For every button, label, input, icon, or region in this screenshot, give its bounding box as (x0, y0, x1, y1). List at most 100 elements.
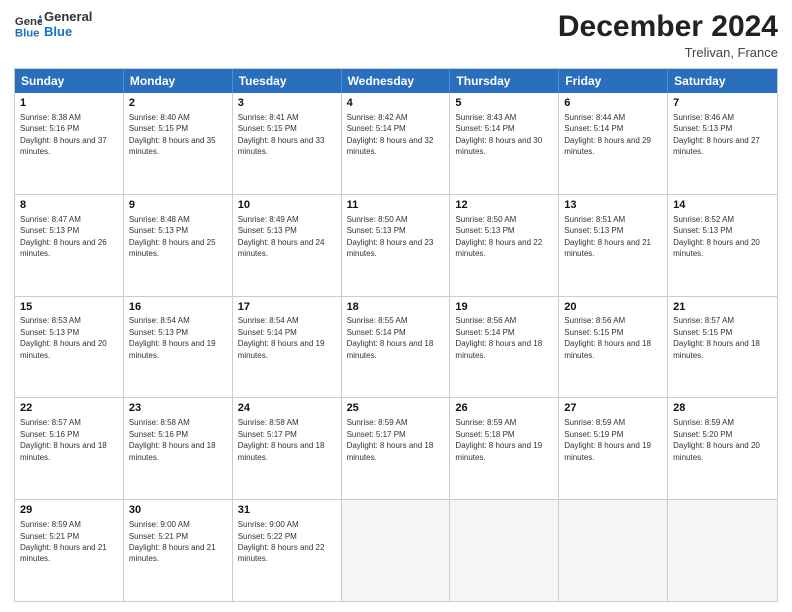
day-number: 30 (129, 503, 227, 518)
cell-text: Sunrise: 8:59 AMSunset: 5:19 PMDaylight:… (564, 418, 651, 461)
calendar-week-row: 8 Sunrise: 8:47 AMSunset: 5:13 PMDayligh… (15, 194, 777, 296)
cell-text: Sunrise: 8:51 AMSunset: 5:13 PMDaylight:… (564, 215, 651, 258)
day-number: 25 (347, 401, 445, 416)
day-number: 9 (129, 198, 227, 213)
day-of-week-header: Tuesday (233, 69, 342, 93)
cell-text: Sunrise: 8:54 AMSunset: 5:13 PMDaylight:… (129, 316, 216, 359)
table-row: 22 Sunrise: 8:57 AMSunset: 5:16 PMDaylig… (15, 398, 124, 499)
day-number: 5 (455, 96, 553, 111)
calendar-body: 1 Sunrise: 8:38 AMSunset: 5:16 PMDayligh… (15, 93, 777, 601)
cell-text: Sunrise: 8:56 AMSunset: 5:15 PMDaylight:… (564, 316, 651, 359)
day-number: 2 (129, 96, 227, 111)
day-number: 22 (20, 401, 118, 416)
day-number: 20 (564, 300, 662, 315)
table-row: 29 Sunrise: 8:59 AMSunset: 5:21 PMDaylig… (15, 500, 124, 601)
day-number: 28 (673, 401, 772, 416)
day-of-week-header: Friday (559, 69, 668, 93)
day-number: 8 (20, 198, 118, 213)
table-row: 30 Sunrise: 9:00 AMSunset: 5:21 PMDaylig… (124, 500, 233, 601)
logo-icon: General Blue (14, 11, 42, 39)
cell-text: Sunrise: 8:49 AMSunset: 5:13 PMDaylight:… (238, 215, 325, 258)
page: General Blue General Blue December 2024 … (0, 0, 792, 612)
day-number: 14 (673, 198, 772, 213)
header: General Blue General Blue December 2024 … (14, 10, 778, 60)
cell-text: Sunrise: 8:54 AMSunset: 5:14 PMDaylight:… (238, 316, 325, 359)
table-row: 5 Sunrise: 8:43 AMSunset: 5:14 PMDayligh… (450, 93, 559, 194)
cell-text: Sunrise: 8:42 AMSunset: 5:14 PMDaylight:… (347, 113, 434, 156)
table-row: 2 Sunrise: 8:40 AMSunset: 5:15 PMDayligh… (124, 93, 233, 194)
cell-text: Sunrise: 8:59 AMSunset: 5:18 PMDaylight:… (455, 418, 542, 461)
cell-text: Sunrise: 8:40 AMSunset: 5:15 PMDaylight:… (129, 113, 216, 156)
cell-text: Sunrise: 8:43 AMSunset: 5:14 PMDaylight:… (455, 113, 542, 156)
table-row: 24 Sunrise: 8:58 AMSunset: 5:17 PMDaylig… (233, 398, 342, 499)
table-row: 3 Sunrise: 8:41 AMSunset: 5:15 PMDayligh… (233, 93, 342, 194)
table-row: 10 Sunrise: 8:49 AMSunset: 5:13 PMDaylig… (233, 195, 342, 296)
day-of-week-header: Saturday (668, 69, 777, 93)
table-row: 16 Sunrise: 8:54 AMSunset: 5:13 PMDaylig… (124, 297, 233, 398)
cell-text: Sunrise: 8:46 AMSunset: 5:13 PMDaylight:… (673, 113, 760, 156)
calendar-week-row: 22 Sunrise: 8:57 AMSunset: 5:16 PMDaylig… (15, 397, 777, 499)
calendar-week-row: 29 Sunrise: 8:59 AMSunset: 5:21 PMDaylig… (15, 499, 777, 601)
table-row: 17 Sunrise: 8:54 AMSunset: 5:14 PMDaylig… (233, 297, 342, 398)
table-row: 8 Sunrise: 8:47 AMSunset: 5:13 PMDayligh… (15, 195, 124, 296)
calendar-week-row: 15 Sunrise: 8:53 AMSunset: 5:13 PMDaylig… (15, 296, 777, 398)
day-number: 17 (238, 300, 336, 315)
day-number: 16 (129, 300, 227, 315)
table-row: 28 Sunrise: 8:59 AMSunset: 5:20 PMDaylig… (668, 398, 777, 499)
table-row: 7 Sunrise: 8:46 AMSunset: 5:13 PMDayligh… (668, 93, 777, 194)
day-of-week-header: Thursday (450, 69, 559, 93)
cell-text: Sunrise: 9:00 AMSunset: 5:22 PMDaylight:… (238, 520, 325, 563)
cell-text: Sunrise: 8:47 AMSunset: 5:13 PMDaylight:… (20, 215, 107, 258)
day-number: 15 (20, 300, 118, 315)
day-number: 18 (347, 300, 445, 315)
cell-text: Sunrise: 8:38 AMSunset: 5:16 PMDaylight:… (20, 113, 107, 156)
table-row: 26 Sunrise: 8:59 AMSunset: 5:18 PMDaylig… (450, 398, 559, 499)
cell-text: Sunrise: 8:58 AMSunset: 5:17 PMDaylight:… (238, 418, 325, 461)
day-number: 31 (238, 503, 336, 518)
table-row (342, 500, 451, 601)
svg-text:General: General (15, 16, 42, 28)
month-title: December 2024 (558, 10, 778, 43)
svg-text:Blue: Blue (15, 27, 40, 39)
logo-general: General (44, 10, 92, 25)
calendar: SundayMondayTuesdayWednesdayThursdayFrid… (14, 68, 778, 602)
calendar-header: SundayMondayTuesdayWednesdayThursdayFrid… (15, 69, 777, 93)
table-row: 9 Sunrise: 8:48 AMSunset: 5:13 PMDayligh… (124, 195, 233, 296)
day-number: 10 (238, 198, 336, 213)
day-number: 1 (20, 96, 118, 111)
cell-text: Sunrise: 8:57 AMSunset: 5:16 PMDaylight:… (20, 418, 107, 461)
table-row: 4 Sunrise: 8:42 AMSunset: 5:14 PMDayligh… (342, 93, 451, 194)
day-number: 23 (129, 401, 227, 416)
day-number: 26 (455, 401, 553, 416)
logo-blue: Blue (44, 25, 92, 40)
table-row: 19 Sunrise: 8:56 AMSunset: 5:14 PMDaylig… (450, 297, 559, 398)
cell-text: Sunrise: 8:44 AMSunset: 5:14 PMDaylight:… (564, 113, 651, 156)
table-row (559, 500, 668, 601)
day-of-week-header: Wednesday (342, 69, 451, 93)
day-number: 7 (673, 96, 772, 111)
day-number: 21 (673, 300, 772, 315)
table-row: 20 Sunrise: 8:56 AMSunset: 5:15 PMDaylig… (559, 297, 668, 398)
cell-text: Sunrise: 8:56 AMSunset: 5:14 PMDaylight:… (455, 316, 542, 359)
table-row: 6 Sunrise: 8:44 AMSunset: 5:14 PMDayligh… (559, 93, 668, 194)
day-number: 12 (455, 198, 553, 213)
cell-text: Sunrise: 8:50 AMSunset: 5:13 PMDaylight:… (347, 215, 434, 258)
table-row: 23 Sunrise: 8:58 AMSunset: 5:16 PMDaylig… (124, 398, 233, 499)
table-row (668, 500, 777, 601)
cell-text: Sunrise: 8:55 AMSunset: 5:14 PMDaylight:… (347, 316, 434, 359)
table-row: 18 Sunrise: 8:55 AMSunset: 5:14 PMDaylig… (342, 297, 451, 398)
day-number: 6 (564, 96, 662, 111)
cell-text: Sunrise: 8:50 AMSunset: 5:13 PMDaylight:… (455, 215, 542, 258)
cell-text: Sunrise: 8:59 AMSunset: 5:20 PMDaylight:… (673, 418, 760, 461)
logo: General Blue General Blue (14, 10, 92, 40)
table-row: 13 Sunrise: 8:51 AMSunset: 5:13 PMDaylig… (559, 195, 668, 296)
day-number: 13 (564, 198, 662, 213)
day-of-week-header: Sunday (15, 69, 124, 93)
table-row: 21 Sunrise: 8:57 AMSunset: 5:15 PMDaylig… (668, 297, 777, 398)
cell-text: Sunrise: 8:41 AMSunset: 5:15 PMDaylight:… (238, 113, 325, 156)
day-number: 29 (20, 503, 118, 518)
cell-text: Sunrise: 8:52 AMSunset: 5:13 PMDaylight:… (673, 215, 760, 258)
day-of-week-header: Monday (124, 69, 233, 93)
cell-text: Sunrise: 9:00 AMSunset: 5:21 PMDaylight:… (129, 520, 216, 563)
day-number: 27 (564, 401, 662, 416)
